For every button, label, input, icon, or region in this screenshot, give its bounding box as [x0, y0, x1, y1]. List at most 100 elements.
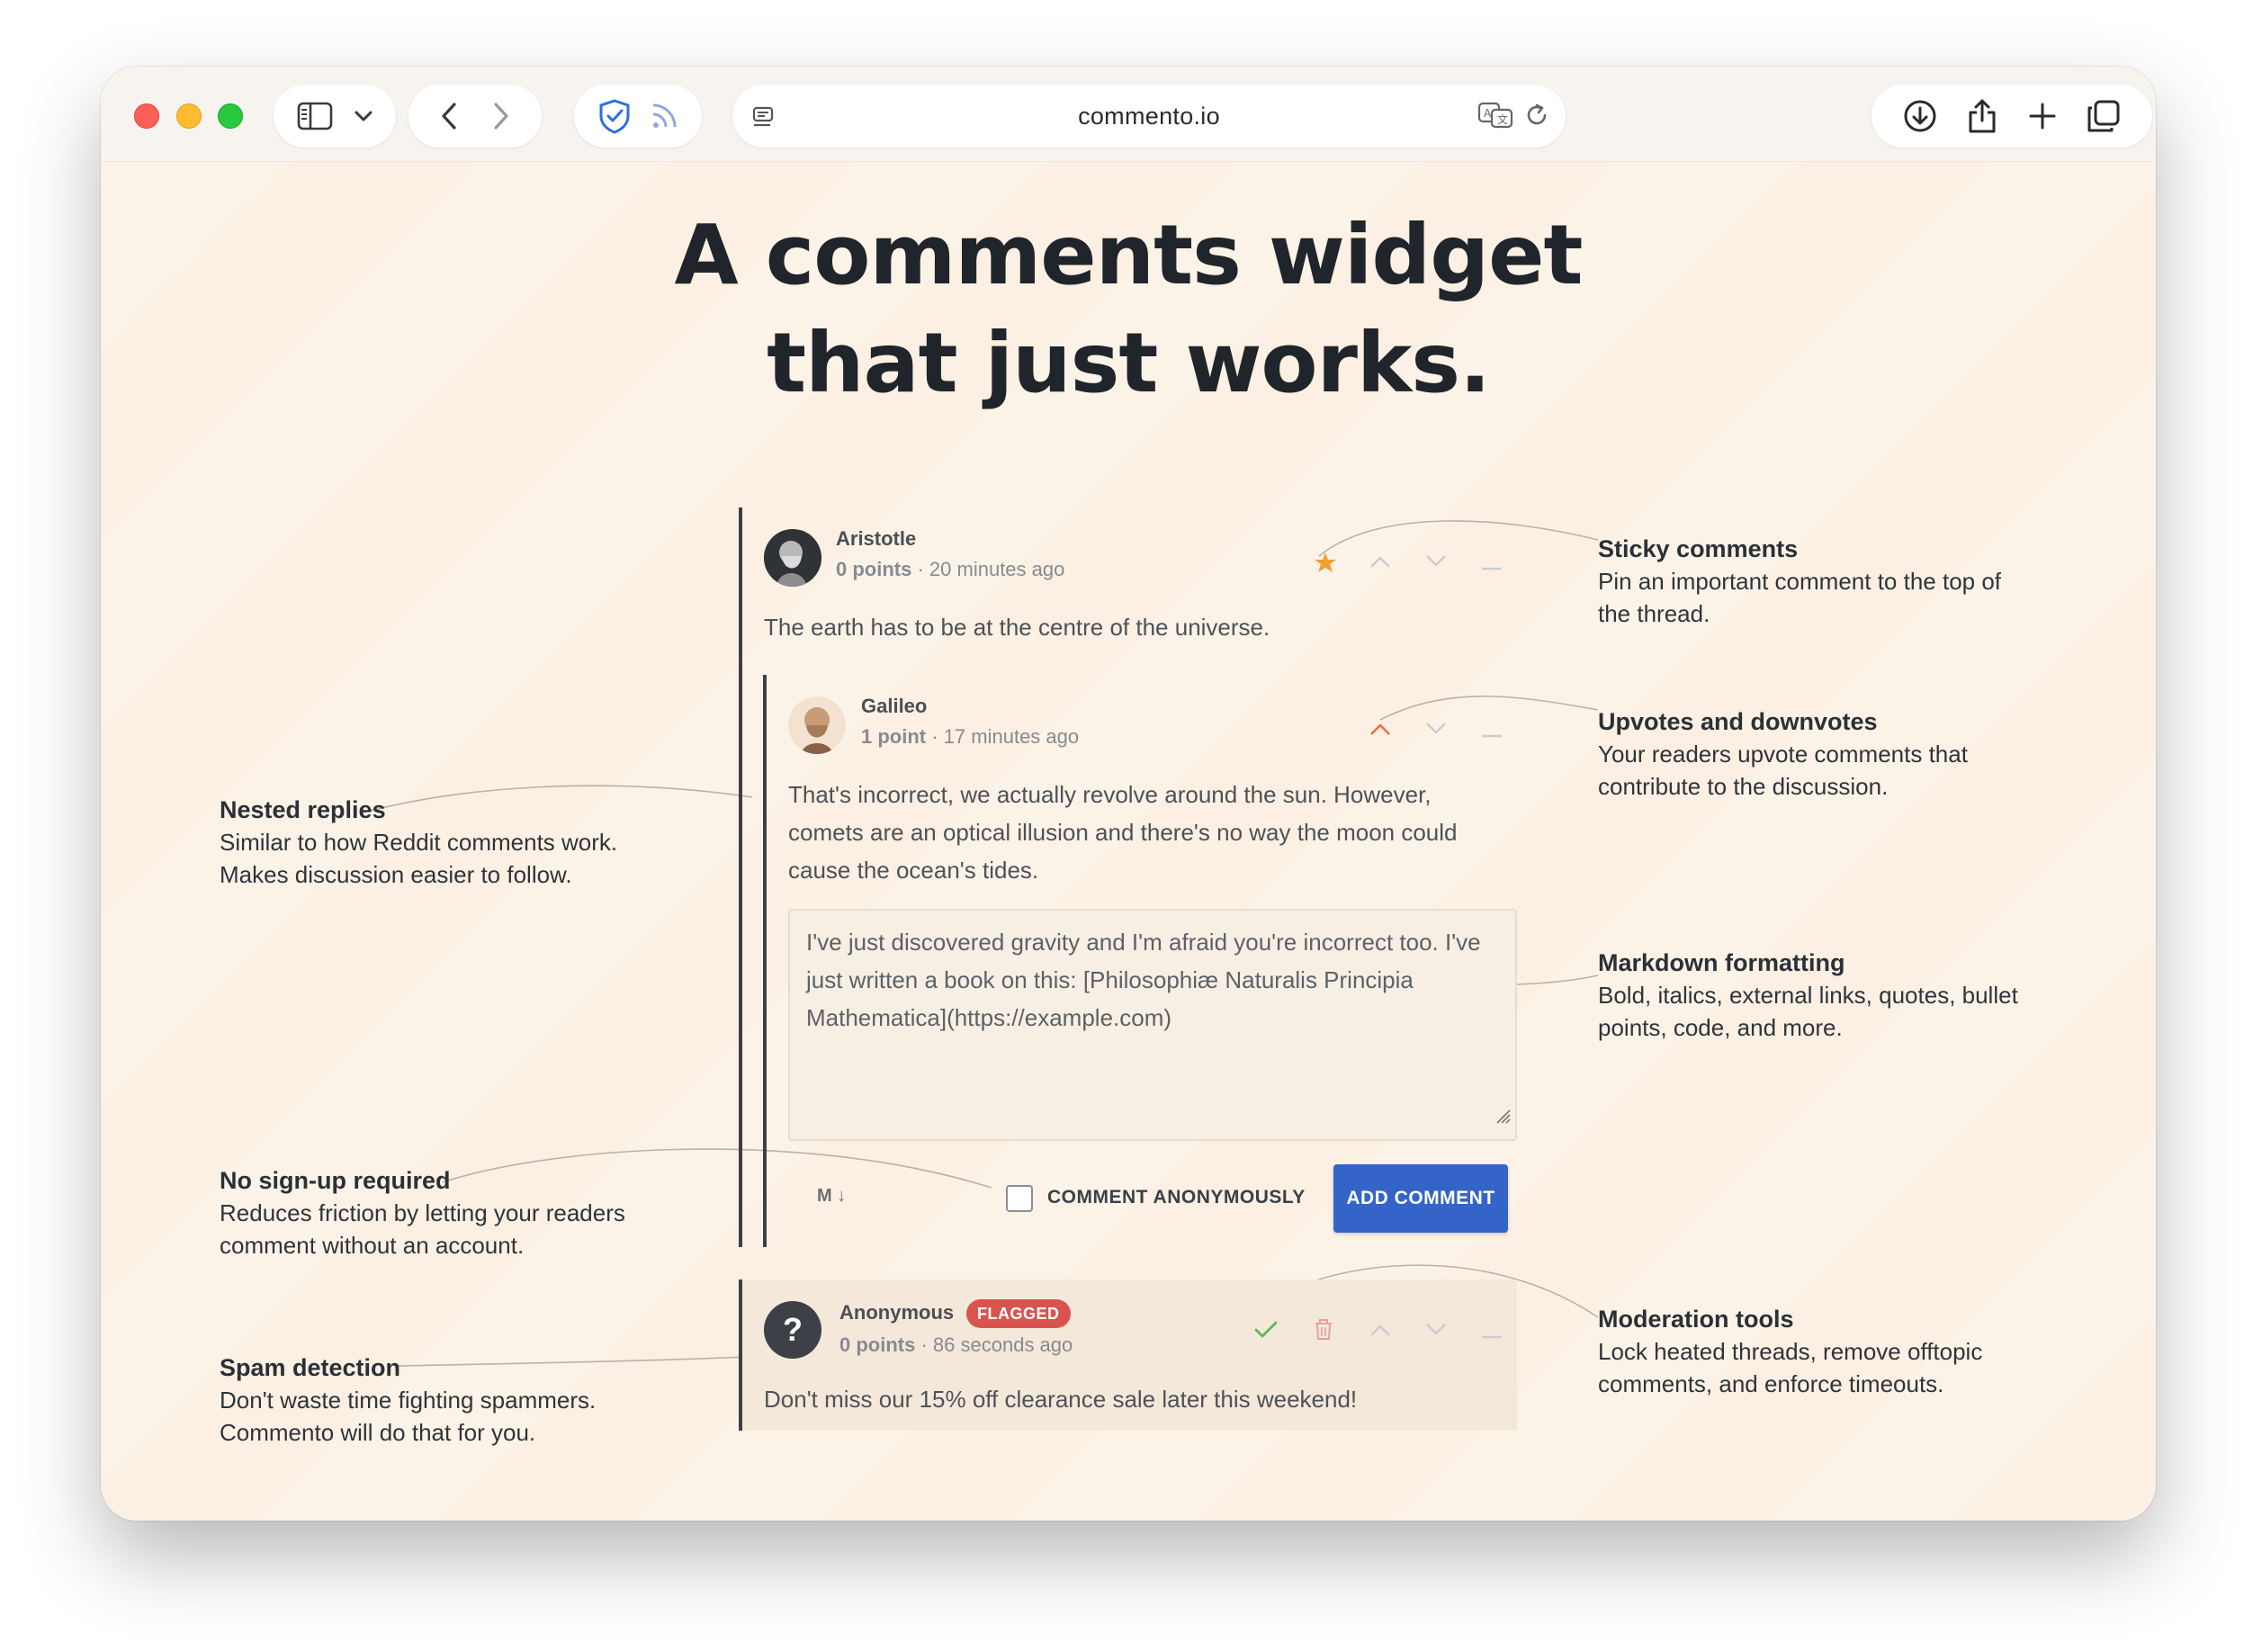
feature-upvotes: Upvotes and downvotes Your readers upvot…: [1598, 705, 1968, 803]
reload-icon[interactable]: [1524, 103, 1549, 128]
thread-indent-bar: [739, 507, 742, 1247]
svg-text:A: A: [1484, 107, 1492, 120]
feature-title: Spam detection: [220, 1354, 401, 1381]
page-menu-icon[interactable]: [752, 105, 776, 129]
feature-desc-line: Bold, italics, external links, quotes, b…: [1598, 982, 2018, 1009]
browser-window: commento.io A文 A comments widget that ju…: [101, 67, 2156, 1521]
reply-text-line: Mathematica](https://example.com): [806, 1004, 1172, 1031]
comment-meta: 0 points · 86 seconds ago: [839, 1333, 1073, 1357]
close-window-button[interactable]: [134, 103, 159, 129]
collapse-icon[interactable]: [1481, 560, 1503, 576]
reply-indent-bar: [763, 675, 767, 1247]
anonymous-avatar: ?: [764, 1301, 821, 1359]
collapse-icon[interactable]: [1481, 727, 1503, 743]
feature-nested-replies: Nested replies Similar to how Reddit com…: [220, 794, 617, 891]
feature-title: Nested replies: [220, 796, 386, 823]
translate-icon[interactable]: A文: [1477, 102, 1513, 129]
url-text[interactable]: commento.io: [1078, 103, 1220, 130]
feature-desc-line: contribute to the discussion.: [1598, 773, 1889, 800]
feature-spam-detection: Spam detection Don't waste time fighting…: [220, 1351, 596, 1449]
sidebar-toggle-icon[interactable]: [297, 102, 333, 130]
markdown-help-link[interactable]: M ↓: [817, 1186, 846, 1207]
thread-indent-bar: [739, 1279, 742, 1431]
toolbar-actions: [1872, 85, 2152, 148]
avatar: [764, 529, 821, 587]
hero-line-2: that just works.: [767, 315, 1491, 411]
reply-text-line: just written a book on this: [Philosophi…: [806, 966, 1414, 993]
svg-text:文: 文: [1497, 112, 1508, 126]
add-comment-button[interactable]: ADD COMMENT: [1333, 1164, 1508, 1233]
upvote-active-icon[interactable]: [1369, 722, 1391, 741]
comment-body-line: That's incorrect, we actually revolve ar…: [788, 781, 1432, 808]
meta-separator: ·: [931, 725, 938, 748]
sticky-star-icon[interactable]: [1314, 551, 1337, 579]
flagged-badge: FLAGGED: [966, 1299, 1071, 1328]
avatar: [788, 696, 846, 754]
collapse-icon[interactable]: [1481, 1328, 1503, 1344]
comment-author: Anonymous: [839, 1301, 955, 1324]
feature-markdown: Markdown formatting Bold, italics, exter…: [1598, 947, 2018, 1044]
feature-sticky-comments: Sticky comments Pin an important comment…: [1598, 533, 2001, 630]
chevron-down-icon[interactable]: [354, 110, 373, 122]
rss-feed-icon[interactable]: [649, 101, 679, 131]
sidebar-controls: [274, 85, 396, 148]
feature-desc-line: points, code, and more.: [1598, 1014, 1843, 1041]
feature-desc-line: comments, and enforce timeouts.: [1598, 1370, 1944, 1397]
upvote-icon[interactable]: [1369, 1323, 1391, 1342]
comment-author[interactable]: Aristotle: [836, 527, 916, 551]
feature-desc-line: comment without an account.: [220, 1232, 525, 1259]
browser-toolbar: commento.io A文: [101, 67, 2156, 162]
comment-author[interactable]: Galileo: [861, 695, 927, 718]
feature-desc-line: the thread.: [1598, 600, 1710, 627]
navigation-controls: [408, 85, 542, 148]
hero-heading: A comments widget that just works.: [101, 202, 2156, 417]
downvote-icon[interactable]: [1425, 554, 1447, 573]
comment-meta: 1 point · 17 minutes ago: [861, 725, 1079, 749]
delete-trash-icon[interactable]: [1314, 1319, 1333, 1345]
anonymous-checkbox[interactable]: [1006, 1185, 1033, 1212]
comment-body: That's incorrect, we actually revolve ar…: [788, 776, 1458, 889]
reply-textarea[interactable]: I've just discovered gravity and I'm afr…: [788, 909, 1517, 1141]
hero-line-1: A comments widget: [674, 207, 1584, 303]
comment-body-line: cause the ocean's tides.: [788, 857, 1039, 884]
comment-points: 0 points: [839, 1333, 916, 1356]
comment-timestamp: 17 minutes ago: [943, 725, 1080, 748]
meta-separator: ·: [920, 1333, 928, 1356]
back-arrow-icon[interactable]: [440, 102, 458, 130]
approve-check-icon[interactable]: [1254, 1321, 1278, 1343]
downvote-icon[interactable]: [1425, 722, 1447, 741]
meta-separator: ·: [917, 558, 924, 580]
comment-timestamp: 20 minutes ago: [929, 558, 1065, 580]
forward-arrow-icon[interactable]: [492, 102, 510, 130]
feature-title: No sign-up required: [220, 1167, 451, 1194]
feature-desc-line: Reduces friction by letting your readers: [220, 1199, 625, 1226]
feature-title: Markdown formatting: [1598, 949, 1845, 976]
new-tab-plus-icon[interactable]: [2028, 102, 2057, 130]
shield-icon[interactable]: [597, 98, 632, 134]
zoom-window-button[interactable]: [218, 103, 243, 129]
download-icon[interactable]: [1903, 99, 1937, 133]
feature-title: Moderation tools: [1598, 1306, 1794, 1333]
reply-text-line: I've just discovered gravity and I'm afr…: [806, 929, 1481, 956]
feature-desc-line: Makes discussion easier to follow.: [220, 861, 572, 888]
resize-handle-icon[interactable]: [1494, 1098, 1512, 1136]
comment-meta: 0 points · 20 minutes ago: [836, 558, 1064, 581]
comment-timestamp: 86 seconds ago: [932, 1333, 1073, 1356]
feature-title: Upvotes and downvotes: [1598, 708, 1878, 735]
upvote-icon[interactable]: [1369, 554, 1391, 573]
feature-desc-line: Don't waste time fighting spammers.: [220, 1387, 597, 1414]
feature-desc-line: Commento will do that for you.: [220, 1419, 536, 1446]
downvote-icon[interactable]: [1425, 1323, 1447, 1342]
anonymous-checkbox-label[interactable]: COMMENT ANONYMOUSLY: [1047, 1187, 1306, 1208]
address-bar[interactable]: commento.io A文: [732, 85, 1566, 148]
minimize-window-button[interactable]: [176, 103, 202, 129]
feature-desc-line: Your readers upvote comments that: [1598, 741, 1968, 768]
share-icon[interactable]: [1967, 98, 1997, 134]
comment-points: 1 point: [861, 725, 927, 748]
feature-desc-line: Similar to how Reddit comments work.: [220, 829, 618, 856]
comment-body: Don't miss our 15% off clearance sale la…: [764, 1386, 1358, 1413]
feature-desc-line: Pin an important comment to the top of: [1598, 568, 2002, 595]
extensions-bar: [574, 85, 702, 148]
tab-overview-icon[interactable]: [2087, 99, 2121, 133]
feature-title: Sticky comments: [1598, 535, 1799, 562]
